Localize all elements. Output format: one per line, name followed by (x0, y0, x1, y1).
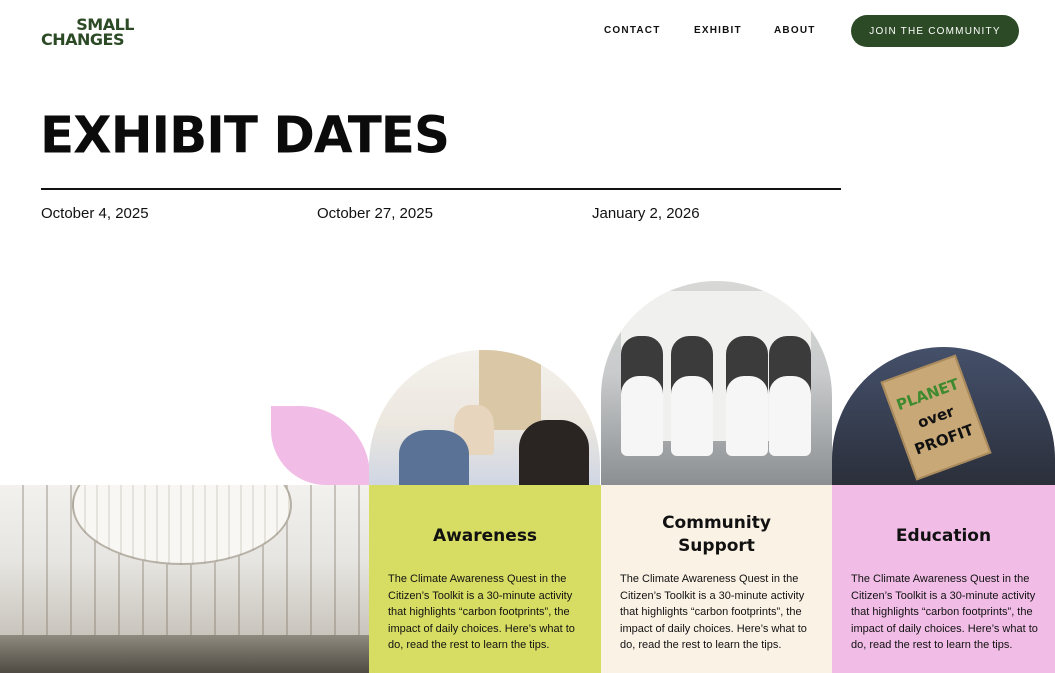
nav-link-contact[interactable]: CONTACT (604, 25, 661, 36)
card-title-line: Awareness (432, 526, 538, 546)
page-title: EXHIBIT DATES (40, 105, 450, 165)
volunteer-figure (621, 336, 663, 456)
card-education: Education The Climate Awareness Quest in… (832, 485, 1055, 673)
title-divider (41, 188, 841, 190)
children-classroom-photo (369, 350, 600, 485)
card-title: Community Support (601, 512, 832, 558)
decorative-leaf-shape (271, 406, 370, 485)
child-figure (399, 430, 469, 485)
protest-sign: PLANET over PROFIT (880, 354, 992, 481)
card-awareness: Awareness The Climate Awareness Quest in… (369, 485, 601, 673)
hall-floor (0, 635, 369, 673)
museum-hall-photo (0, 485, 369, 673)
nav-link-about[interactable]: ABOUT (774, 25, 816, 36)
exhibit-date-1: October 4, 2025 (41, 205, 149, 222)
volunteer-figure (769, 336, 811, 456)
child-figure (519, 420, 589, 485)
join-community-button[interactable]: JOIN THE COMMUNITY (851, 15, 1019, 47)
exhibit-date-2: October 27, 2025 (317, 205, 433, 222)
card-title-line: Education (895, 526, 992, 546)
exhibit-date-3: January 2, 2026 (592, 205, 700, 222)
card-title-line: Support (678, 536, 755, 556)
card-title: Awareness (369, 525, 601, 548)
nav-link-exhibit[interactable]: EXHIBIT (694, 25, 742, 36)
card-description: The Climate Awareness Quest in the Citiz… (620, 573, 807, 651)
volunteer-figure (671, 336, 713, 456)
card-description: The Climate Awareness Quest in the Citiz… (851, 573, 1038, 651)
glass-roof (72, 485, 292, 565)
volunteers-van-photo (601, 281, 832, 485)
volunteer-figure (726, 336, 768, 456)
card-title: Education (832, 525, 1055, 548)
card-description: The Climate Awareness Quest in the Citiz… (388, 573, 575, 651)
card-title-line: Community (662, 513, 771, 533)
protest-photo: PLANET over PROFIT (832, 347, 1055, 485)
card-community-support: Community Support The Climate Awareness Q… (601, 485, 832, 673)
